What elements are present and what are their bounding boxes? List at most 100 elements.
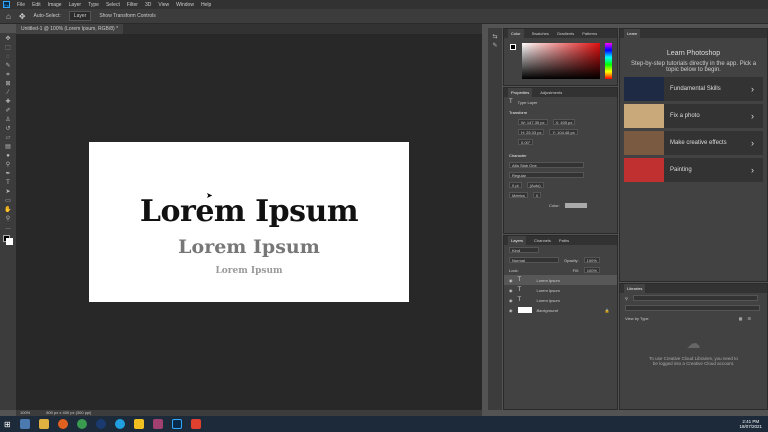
stamp-tool-icon[interactable]: ♙ [4, 117, 12, 123]
menu-window[interactable]: Window [176, 2, 194, 8]
zoom-tool-icon[interactable]: ⚲ [4, 216, 12, 222]
height-field[interactable]: H: 25.33 px [518, 129, 545, 135]
move-tool-icon[interactable]: ✥ [19, 12, 26, 21]
tutorial-card[interactable]: Fix a photo › [624, 104, 763, 128]
history-panel-icon[interactable]: ⇆ [491, 34, 499, 40]
file-explorer-icon[interactable] [38, 419, 49, 429]
visibility-eye-icon[interactable]: ◉ [509, 308, 513, 313]
document-canvas[interactable]: Lorem Ipsum Lorem Ipsum Lorem Ipsum ➤ [89, 142, 409, 302]
taskview-icon[interactable] [19, 419, 30, 429]
tab-gradients[interactable]: Gradients [557, 29, 574, 38]
eraser-tool-icon[interactable]: ▱ [4, 135, 12, 141]
canvas-text-small[interactable]: Lorem Ipsum [89, 266, 409, 276]
menu-type[interactable]: Type [88, 2, 99, 8]
brush-panel-icon[interactable]: ✎ [491, 43, 499, 49]
brush-tool-icon[interactable]: ✐ [4, 108, 12, 114]
color-field[interactable] [522, 43, 600, 79]
background-color-swatch[interactable] [6, 238, 13, 245]
lasso-tool-icon[interactable]: ◌ [4, 54, 12, 60]
menu-file[interactable]: File [17, 2, 25, 8]
tab-adjustments[interactable]: Adjustments [540, 88, 562, 97]
path-select-tool-icon[interactable]: ➤ [4, 189, 12, 195]
tab-channels[interactable]: Channels [534, 236, 551, 245]
home-icon[interactable]: ⌂ [6, 12, 11, 21]
layer-name[interactable]: Lorem Ipsum [537, 298, 560, 303]
sticky-notes-icon[interactable] [133, 419, 144, 429]
tab-properties[interactable]: Properties [508, 88, 533, 97]
more-tools-icon[interactable]: … [4, 225, 12, 231]
clock-date[interactable]: 18/07/2021 [739, 424, 762, 429]
tutorial-card[interactable]: Make creative effects › [624, 131, 763, 155]
blur-tool-icon[interactable]: ● [4, 153, 12, 159]
menu-image[interactable]: Image [48, 2, 62, 8]
layer-name[interactable]: Lorem Ipsum [537, 278, 560, 283]
visibility-eye-icon[interactable]: ◉ [509, 288, 513, 293]
visibility-eye-icon[interactable]: ◉ [509, 278, 513, 283]
menu-help[interactable]: Help [201, 2, 211, 8]
x-field[interactable]: X: 405 px [552, 119, 576, 125]
blend-mode-select[interactable]: Normal [509, 257, 559, 263]
library-search-input[interactable] [632, 295, 758, 301]
photoshop-taskbar-icon[interactable] [171, 419, 182, 429]
grid-view-icon[interactable]: ▦ [739, 316, 743, 321]
dodge-tool-icon[interactable]: ⚲ [4, 162, 12, 168]
opacity-field[interactable]: 100% [583, 257, 600, 263]
start-icon[interactable]: ⊞ [4, 420, 11, 429]
library-select[interactable] [625, 305, 760, 311]
search-icon[interactable]: ⚲ [625, 296, 628, 301]
history-brush-icon[interactable]: ↺ [4, 126, 12, 132]
app-red-icon[interactable] [190, 419, 201, 429]
text-color-swatch[interactable] [564, 202, 587, 208]
chrome-icon[interactable] [76, 419, 87, 429]
hand-tool-icon[interactable]: ✋ [4, 207, 12, 213]
menu-edit[interactable]: Edit [32, 2, 41, 8]
y-field[interactable]: Y: 104.48 px [549, 129, 578, 135]
document-tab[interactable]: Untitled-1 @ 100% (Lorem Ipsum, RGB/8) * [16, 24, 124, 34]
type-tool-icon[interactable]: T [4, 180, 12, 186]
font-family-select[interactable]: Alfa Slab One [509, 162, 584, 168]
layer-row[interactable]: ◉ T Lorem Ipsum [504, 285, 617, 295]
eyedropper-tool-icon[interactable]: ⁄ [4, 90, 12, 96]
layer-name[interactable]: Lorem Ipsum [537, 288, 560, 293]
crop-tool-icon[interactable]: ⌗ [4, 72, 12, 78]
show-transform-checkbox[interactable]: Show Transform Controls [99, 13, 155, 19]
fg-bg-swatch[interactable] [510, 44, 516, 50]
font-size-field[interactable]: 0 pt [509, 182, 522, 188]
layer-filter-kind[interactable]: Kind [509, 247, 539, 253]
tab-libraries[interactable]: Libraries [624, 284, 646, 293]
auto-select-checkbox[interactable]: Auto-Select: [34, 13, 61, 19]
frame-tool-icon[interactable]: ⊠ [4, 81, 12, 87]
tab-paths[interactable]: Paths [559, 236, 569, 245]
shape-tool-icon[interactable]: ▭ [4, 198, 12, 204]
tab-swatches[interactable]: Swatches [532, 29, 549, 38]
photoshop-logo-icon[interactable]: Ps [3, 1, 10, 8]
move-tool-icon[interactable]: ✥ [4, 36, 12, 42]
leading-field[interactable]: (Auto) [526, 182, 544, 188]
winrar-icon[interactable] [152, 419, 163, 429]
font-style-select[interactable]: Regular [509, 172, 584, 178]
layer-name[interactable]: Background [537, 308, 558, 313]
quick-select-tool-icon[interactable]: ✎ [4, 63, 12, 69]
kerning-field[interactable]: Metrics [509, 192, 528, 198]
view-by-type-dropdown[interactable]: View by Type [625, 316, 649, 321]
menu-3d[interactable]: 3D [145, 2, 151, 8]
gradient-tool-icon[interactable]: ▤ [4, 144, 12, 150]
menu-select[interactable]: Select [106, 2, 120, 8]
hue-slider[interactable] [605, 43, 612, 79]
menu-filter[interactable]: Filter [127, 2, 138, 8]
tab-learn[interactable]: Learn [624, 29, 641, 38]
layer-row[interactable]: ◉ Background 🔒 [504, 305, 617, 315]
firefox-icon[interactable] [57, 419, 68, 429]
menu-layer[interactable]: Layer [69, 2, 82, 8]
auto-select-target[interactable]: Layer [68, 11, 92, 21]
app-c-icon[interactable] [95, 419, 106, 429]
tab-layers[interactable]: Layers [508, 236, 527, 245]
canvas-text-large[interactable]: Lorem Ipsum [89, 194, 409, 229]
angle-field[interactable]: 0.00° [518, 139, 534, 145]
healing-tool-icon[interactable]: ✚ [4, 99, 12, 105]
visibility-eye-icon[interactable]: ◉ [509, 298, 513, 303]
pen-tool-icon[interactable]: ✒ [4, 171, 12, 177]
layer-row[interactable]: ◉ T Lorem Ipsum [504, 295, 617, 305]
tutorial-card[interactable]: Fundamental Skills › [624, 77, 763, 101]
list-view-icon[interactable]: ☰ [747, 316, 751, 321]
